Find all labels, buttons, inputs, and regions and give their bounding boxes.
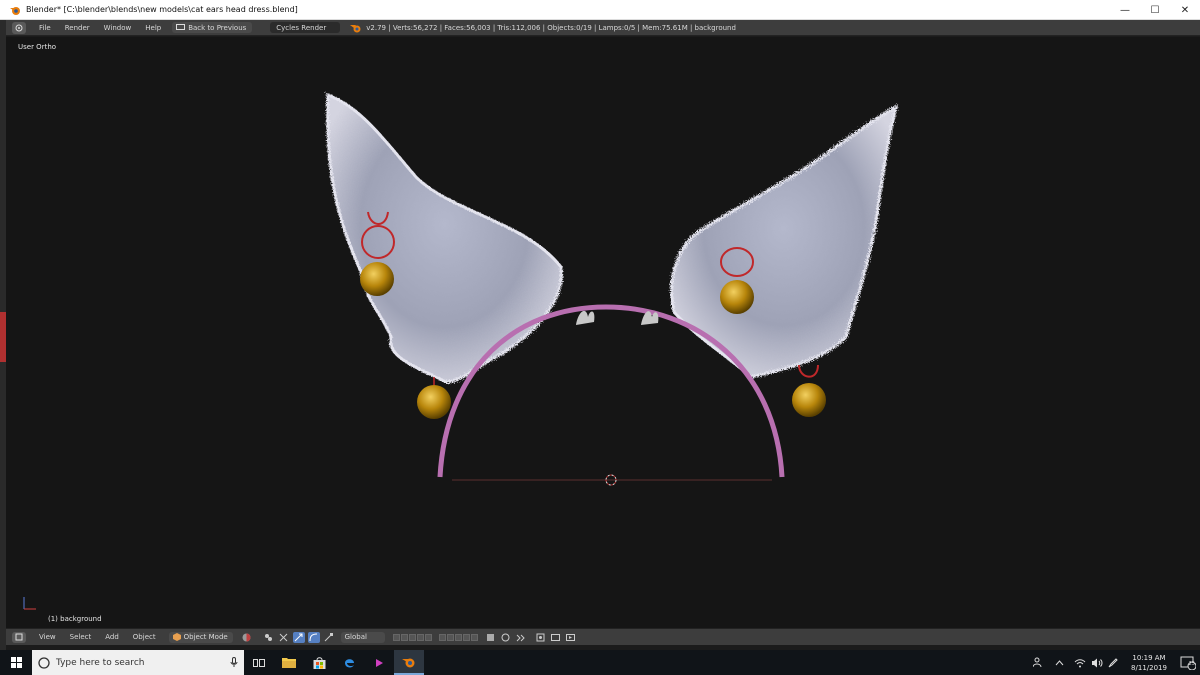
network-icon[interactable]: [1071, 658, 1088, 668]
active-object-label: (1) background: [48, 615, 102, 623]
clock-date: 8/11/2019: [1131, 663, 1167, 672]
pen-workspace-icon[interactable]: [1105, 657, 1122, 668]
object-mode-select[interactable]: Object Mode: [168, 631, 233, 643]
folder-icon: [282, 658, 296, 668]
opengl-animation-icon[interactable]: [565, 632, 577, 643]
blender-taskbar-icon: [402, 658, 415, 667]
rotate-manipulator-icon[interactable]: [307, 631, 320, 643]
minimize-button[interactable]: —: [1110, 0, 1140, 20]
volume-icon[interactable]: [1088, 658, 1105, 668]
windows-logo-icon: [10, 657, 22, 668]
window-titlebar: Blender* [C:\blender\blends\new models\c…: [0, 0, 1200, 20]
opengl-render-icon[interactable]: [550, 632, 562, 643]
scale-manipulator-icon[interactable]: [323, 632, 335, 643]
blender-taskbar-button[interactable]: [394, 650, 424, 675]
editor-type-3d-icon[interactable]: [12, 631, 26, 643]
people-icon[interactable]: [1030, 657, 1047, 668]
shading-mode-icon[interactable]: [241, 632, 253, 643]
show-hidden-icons-chevron-icon[interactable]: [1047, 659, 1071, 666]
microphone-icon[interactable]: [230, 657, 238, 668]
back-to-previous-button[interactable]: Back to Previous: [172, 22, 253, 33]
snap-toggle-icon[interactable]: [515, 632, 527, 643]
3d-view-header: View Select Add Object Object Mode Globa…: [6, 628, 1200, 645]
right-horn-nub: [641, 311, 659, 325]
menu-window[interactable]: Window: [97, 24, 139, 32]
object-mode-label: Object Mode: [183, 633, 228, 641]
menu-file[interactable]: File: [32, 24, 58, 32]
menu-render[interactable]: Render: [58, 24, 97, 32]
blender-app-icon: [8, 3, 22, 17]
layer-buttons-2[interactable]: [438, 633, 479, 641]
maximize-button[interactable]: ☐: [1140, 0, 1170, 20]
menu-object[interactable]: Object: [126, 633, 163, 641]
screen-icon: [176, 24, 186, 30]
editor-type-icon[interactable]: [12, 21, 26, 34]
render-layers-icon[interactable]: [485, 632, 497, 643]
file-explorer-button[interactable]: [274, 650, 304, 675]
3d-viewport[interactable]: User Ortho (1) background: [6, 37, 1200, 628]
snap-target-icon[interactable]: [535, 632, 547, 643]
system-tray: 10:19 AM 8/11/2019 25: [1030, 650, 1200, 675]
store-button[interactable]: [304, 650, 334, 675]
task-view-button[interactable]: [244, 650, 274, 675]
menu-select[interactable]: Select: [63, 633, 99, 641]
cube-icon: [172, 633, 181, 641]
translate-manipulator-icon[interactable]: [292, 631, 305, 643]
proportional-edit-icon[interactable]: [500, 632, 512, 643]
task-view-icon: [253, 658, 265, 667]
bell-right-upper: [720, 280, 754, 314]
menu-add[interactable]: Add: [98, 633, 126, 641]
windows-taskbar: Type here to search 10:19 AM 8/11/2019 2…: [0, 650, 1200, 675]
media-app-button[interactable]: [364, 650, 394, 675]
taskbar-clock[interactable]: 10:19 AM 8/11/2019: [1122, 653, 1176, 673]
manipulator-toggle-icon[interactable]: [278, 632, 290, 643]
clock-time: 10:19 AM: [1132, 653, 1166, 662]
edge-browser-button[interactable]: [334, 650, 364, 675]
window-title: Blender* [C:\blender\blends\new models\c…: [26, 5, 298, 14]
transform-orientation-select[interactable]: Global: [340, 631, 385, 643]
edge-icon: [344, 659, 354, 668]
bell-left-lower: [417, 385, 451, 419]
render-engine-select[interactable]: Cycles Render: [270, 22, 341, 33]
right-lower-ring: [798, 364, 819, 378]
start-button[interactable]: [0, 650, 32, 675]
axis-gizmo-icon: [23, 597, 36, 610]
scene-render: [23, 92, 899, 610]
action-center-button[interactable]: 25: [1176, 656, 1200, 670]
scene-stats: v2.79 | Verts:56,272 | Faces:56,003 | Tr…: [366, 23, 736, 32]
bell-right-lower: [792, 383, 826, 417]
menu-view[interactable]: View: [32, 633, 63, 641]
media-player-icon: [376, 658, 383, 667]
taskbar-search-box[interactable]: Type here to search: [32, 650, 244, 675]
bell-left-upper: [360, 262, 394, 296]
back-to-previous-label: Back to Previous: [188, 23, 247, 32]
left-horn-nub: [576, 310, 595, 325]
notification-count: 25: [1188, 661, 1195, 667]
info-header: File Render Window Help Back to Previous…: [6, 20, 1200, 36]
layer-buttons[interactable]: [392, 633, 433, 641]
blender-logo-icon: [350, 23, 362, 33]
shopping-bag-icon: [313, 656, 325, 669]
search-placeholder: Type here to search: [56, 657, 145, 668]
menu-help[interactable]: Help: [138, 24, 168, 32]
close-button[interactable]: ✕: [1170, 0, 1200, 20]
pivot-point-icon[interactable]: [263, 632, 275, 643]
cortana-search-icon: [38, 656, 50, 669]
